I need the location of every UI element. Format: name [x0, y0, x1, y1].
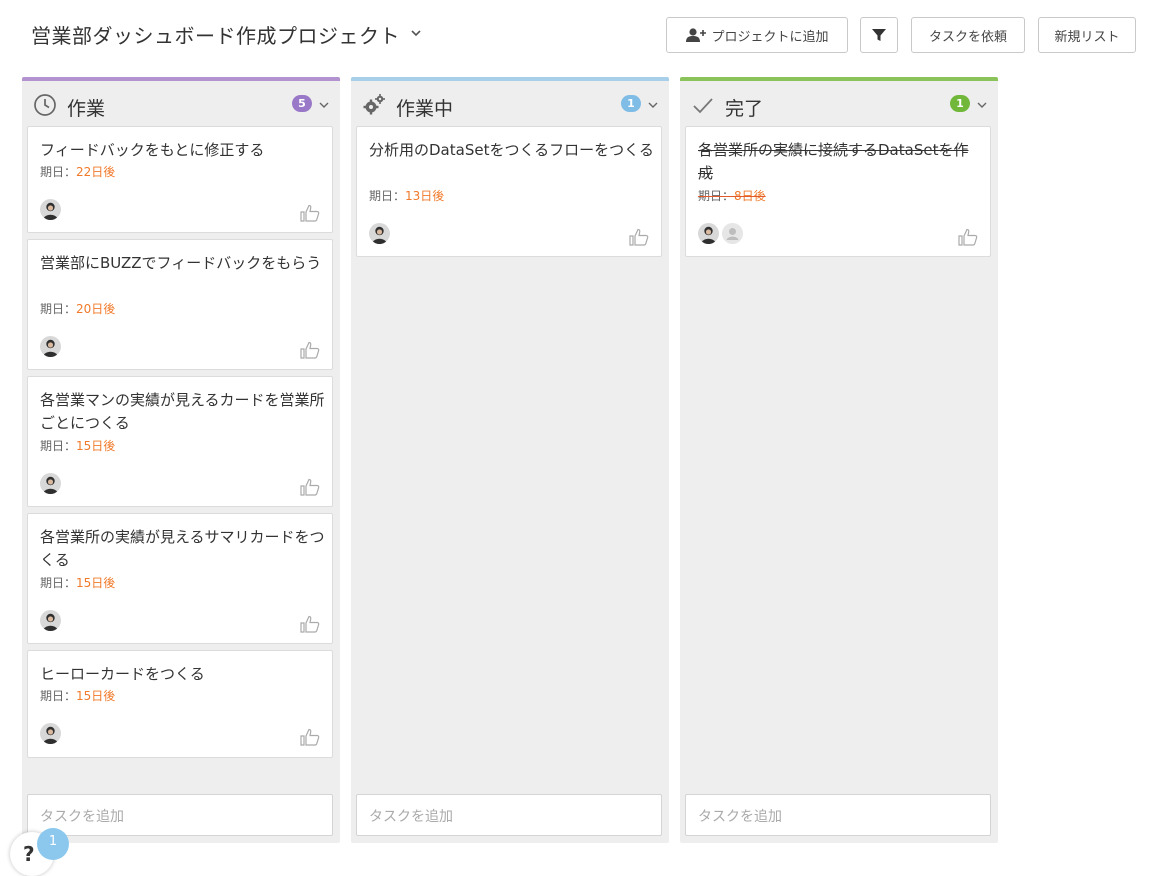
task-title: 各営業所の実績が見えるサマリカードをつくる — [40, 528, 325, 569]
project-title[interactable]: 営業部ダッシュボード作成プロジェクト — [31, 20, 400, 49]
add-task-input[interactable]: タスクを追加 — [27, 794, 333, 836]
task-due: 期日：15日後 — [40, 574, 115, 591]
due-value: 20日後 — [76, 302, 116, 316]
request-task-button[interactable]: タスクを依頼 — [911, 17, 1025, 53]
due-value: 22日後 — [76, 165, 116, 179]
gears-icon — [363, 94, 385, 115]
list-column-in-progress: 作業中 1 分析用のDataSetをつくるフローをつくる 期日：13日後 タスク… — [351, 77, 669, 843]
task-card[interactable]: 各営業所の実績が見えるサマリカードをつくる 期日：15日後 — [27, 513, 333, 644]
due-value: 15日後 — [76, 576, 116, 590]
due-label: 期日： — [40, 689, 77, 703]
avatar[interactable] — [40, 610, 61, 631]
column-count-badge: 5 — [292, 95, 312, 112]
task-card[interactable]: フィードバックをもとに修正する 期日：22日後 — [27, 126, 333, 233]
column-count-badge: 1 — [950, 95, 970, 112]
column-title: 作業中 — [396, 98, 454, 120]
column-header: 完了 1 — [680, 81, 998, 125]
task-title: 各営業マンの実績が見えるカードを営業所ごとにつくる — [40, 391, 325, 432]
due-value: 15日後 — [76, 439, 116, 453]
help-question-icon: ? — [23, 842, 35, 866]
thumbs-up-icon[interactable] — [958, 228, 978, 246]
add-to-project-button[interactable]: プロジェクトに追加 — [666, 17, 848, 53]
avatar[interactable] — [369, 223, 390, 244]
task-due: 期日：20日後 — [40, 300, 115, 317]
clock-icon — [34, 94, 56, 116]
due-label: 期日： — [698, 189, 735, 203]
add-task-input[interactable]: タスクを追加 — [685, 794, 991, 836]
thumbs-up-icon[interactable] — [300, 204, 320, 222]
task-card[interactable]: ヒーローカードをつくる 期日：15日後 — [27, 650, 333, 758]
user-icon — [722, 223, 743, 244]
chevron-down-icon[interactable] — [647, 99, 659, 111]
column-header: 作業中 1 — [351, 81, 669, 125]
avatar-placeholder[interactable] — [722, 223, 743, 244]
list-column-done: 完了 1 各営業所の実績に接続するDataSetを作成 期日：8日後 タスクを追… — [680, 77, 998, 843]
thumbs-up-icon[interactable] — [300, 615, 320, 633]
filter-icon — [872, 29, 886, 41]
task-title: 分析用のDataSetをつくるフローをつくる — [369, 141, 654, 159]
task-due: 期日：15日後 — [40, 687, 115, 704]
add-to-project-label: プロジェクトに追加 — [711, 29, 829, 45]
thumbs-up-icon[interactable] — [629, 228, 649, 246]
task-due: 期日：8日後 — [698, 187, 766, 204]
thumbs-up-icon[interactable] — [300, 341, 320, 359]
avatar[interactable] — [40, 199, 61, 220]
list-column-todo: 作業 5 フィードバックをもとに修正する 期日：22日後 営業部にBUZZでフィ… — [22, 77, 340, 843]
avatar[interactable] — [40, 336, 61, 357]
add-task-input[interactable]: タスクを追加 — [356, 794, 662, 836]
avatar[interactable] — [698, 223, 719, 244]
due-value: 8日後 — [734, 189, 766, 203]
task-card[interactable]: 営業部にBUZZでフィードバックをもらう 期日：20日後 — [27, 239, 333, 370]
due-value: 15日後 — [76, 689, 116, 703]
avatar[interactable] — [40, 723, 61, 744]
due-label: 期日： — [40, 165, 77, 179]
due-label: 期日： — [40, 302, 77, 316]
chevron-down-icon[interactable] — [408, 25, 424, 41]
task-due: 期日：22日後 — [40, 163, 115, 180]
task-card[interactable]: 各営業マンの実績が見えるカードを営業所ごとにつくる 期日：15日後 — [27, 376, 333, 507]
top-bar: 営業部ダッシュボード作成プロジェクト プロジェクトに追加 タスクを依頼 新規リス… — [0, 0, 1152, 72]
due-label: 期日： — [40, 439, 77, 453]
task-title: ヒーローカードをつくる — [40, 665, 205, 683]
column-count-badge: 1 — [621, 95, 641, 112]
due-label: 期日： — [40, 576, 77, 590]
column-title: 完了 — [725, 98, 764, 120]
checkmark-icon — [693, 98, 713, 114]
chevron-down-icon[interactable] — [976, 99, 988, 111]
due-value: 13日後 — [405, 189, 445, 203]
column-header: 作業 5 — [22, 81, 340, 125]
task-card[interactable]: 各営業所の実績に接続するDataSetを作成 期日：8日後 — [685, 126, 991, 257]
thumbs-up-icon[interactable] — [300, 728, 320, 746]
task-due: 期日：15日後 — [40, 437, 115, 454]
task-title: 各営業所の実績に接続するDataSetを作成 — [698, 141, 969, 182]
column-title: 作業 — [67, 98, 106, 120]
task-title: 営業部にBUZZでフィードバックをもらう — [40, 254, 322, 272]
new-list-button[interactable]: 新規リスト — [1038, 17, 1136, 53]
task-due: 期日：13日後 — [369, 187, 444, 204]
thumbs-up-icon[interactable] — [300, 478, 320, 496]
add-user-icon — [686, 28, 707, 42]
chevron-down-icon[interactable] — [318, 99, 330, 111]
notification-badge[interactable]: 1 — [37, 828, 69, 860]
task-card[interactable]: 分析用のDataSetをつくるフローをつくる 期日：13日後 — [356, 126, 662, 257]
filter-button[interactable] — [860, 17, 898, 53]
task-title: フィードバックをもとに修正する — [40, 141, 265, 159]
avatar[interactable] — [40, 473, 61, 494]
due-label: 期日： — [369, 189, 406, 203]
